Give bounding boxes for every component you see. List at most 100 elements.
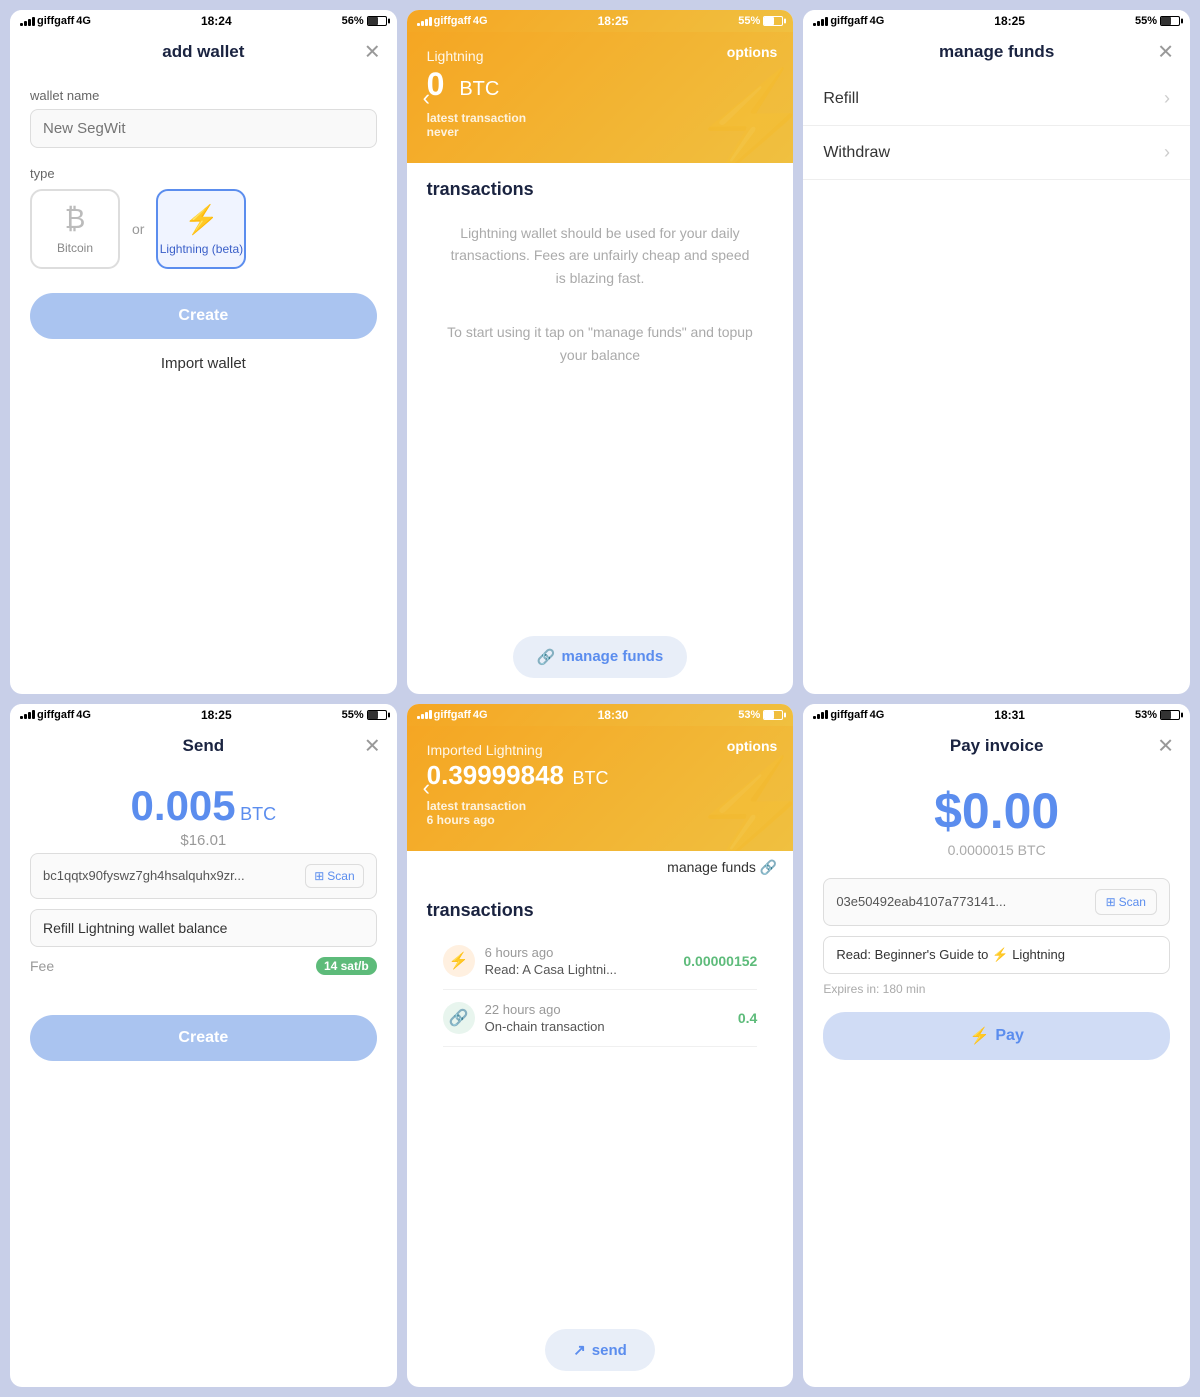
withdraw-chevron-icon: › xyxy=(1164,142,1170,163)
pay-button[interactable]: ⚡ Pay xyxy=(823,1012,1170,1060)
watermark-2: ⚡ xyxy=(689,73,794,163)
manage-funds-link-5[interactable]: manage funds 🔗 xyxy=(667,859,777,876)
pay-label: Pay xyxy=(995,1027,1023,1045)
add-wallet-close-button[interactable]: ✕ xyxy=(364,40,381,65)
battery-icon-2 xyxy=(763,16,783,26)
read-row: Read: Beginner's Guide to ⚡ Lightning xyxy=(823,936,1170,974)
time-6: 18:31 xyxy=(994,708,1025,722)
signal-icon-2 xyxy=(417,17,432,26)
import-wallet-link[interactable]: Import wallet xyxy=(30,355,377,372)
battery-icon-4 xyxy=(367,710,387,720)
refill-label: Refill xyxy=(823,90,859,108)
scan-label: Scan xyxy=(327,869,354,883)
carrier-5: giffgaff xyxy=(434,709,471,721)
type-label: type xyxy=(30,166,377,181)
add-wallet-content: wallet name type ₿ Bitcoin or ⚡ Lightnin… xyxy=(10,72,397,694)
fee-badge: 14 sat/b xyxy=(316,957,377,975)
time-1: 18:24 xyxy=(201,14,232,28)
pay-amount-btc: 0.0000015 BTC xyxy=(823,842,1170,858)
pay-invoice-screen: giffgaff 4G 18:31 53% Pay invoice ✕ $0.0… xyxy=(803,704,1190,1388)
type-options: ₿ Bitcoin or ⚡ Lightning (beta) xyxy=(30,189,377,269)
carrier-2: giffgaff xyxy=(434,15,471,27)
withdraw-menu-item[interactable]: Withdraw › xyxy=(803,126,1190,180)
address-row: bc1qqtx90fyswz7gh4hsalquhx9zr... ⊞ Scan xyxy=(30,853,377,899)
pay-amount-dollar: $0.00 xyxy=(823,782,1170,840)
send-create-button[interactable]: Create xyxy=(30,1015,377,1061)
battery-pct-4: 55% xyxy=(342,709,364,721)
status-right-5: 53% xyxy=(738,709,783,721)
manage-funds-close-button[interactable]: ✕ xyxy=(1157,40,1174,65)
bitcoin-type-card[interactable]: ₿ Bitcoin xyxy=(30,189,120,269)
tx-section-title-5: transactions xyxy=(427,900,774,921)
wallet-header-2: ‹ options Lightning 0 BTC latest transac… xyxy=(407,32,794,163)
status-right-2: 55% xyxy=(738,15,783,27)
back-button-5[interactable]: ‹ xyxy=(423,775,430,801)
pay-invoice-close-button[interactable]: ✕ xyxy=(1157,733,1174,758)
battery-pct-1: 56% xyxy=(342,15,364,27)
memo-input[interactable] xyxy=(30,909,377,947)
manage-funds-label-5: manage funds xyxy=(667,859,756,875)
send-header: Send ✕ xyxy=(10,726,397,766)
type-section: type ₿ Bitcoin or ⚡ Lightning (beta) xyxy=(30,166,377,269)
add-wallet-header: add wallet ✕ xyxy=(10,32,397,72)
send-content: 0.005 BTC $16.01 bc1qqtx90fyswz7gh4hsalq… xyxy=(10,766,397,1388)
battery-icon-6 xyxy=(1160,710,1180,720)
network-4: 4G xyxy=(76,709,91,721)
invoice-form: 03e50492eab4107a773141... ⊞ Scan Read: B… xyxy=(823,878,1170,1060)
tx-lightning-icon-0: ⚡ xyxy=(443,945,475,977)
signal-icon-4 xyxy=(20,710,35,719)
manage-funds-icon-5: 🔗 xyxy=(760,859,777,876)
create-wallet-button[interactable]: Create xyxy=(30,293,377,339)
network-3: 4G xyxy=(870,15,885,27)
battery-icon-5 xyxy=(763,710,783,720)
tx-time-0: 6 hours ago xyxy=(485,945,674,960)
tx-chain-icon-1: 🔗 xyxy=(443,1002,475,1034)
refill-chevron-icon: › xyxy=(1164,88,1170,109)
send-label-5: send xyxy=(592,1342,627,1359)
time-4: 18:25 xyxy=(201,708,232,722)
lightning-icon: ⚡ xyxy=(184,203,219,236)
send-button-5[interactable]: ↗ send xyxy=(545,1329,655,1371)
read-text: Read: Beginner's Guide to xyxy=(836,947,988,962)
options-button-2[interactable]: options xyxy=(727,44,778,60)
bitcoin-label: Bitcoin xyxy=(57,241,93,255)
fee-row: Fee 14 sat/b xyxy=(30,957,377,975)
fee-label: Fee xyxy=(30,958,54,974)
battery-icon-3 xyxy=(1160,16,1180,26)
carrier-3: giffgaff xyxy=(830,15,867,27)
manage-funds-title: manage funds xyxy=(939,42,1054,62)
balance-value-5: 0.39999848 xyxy=(427,760,564,790)
tx-amount-0: 0.00000152 xyxy=(683,953,757,969)
battery-icon-1 xyxy=(367,16,387,26)
lightning-empty-screen: giffgaff 4G 18:25 55% ‹ options Lightnin… xyxy=(407,10,794,694)
status-right-6: 53% xyxy=(1135,709,1180,721)
status-bar-3: giffgaff 4G 18:25 55% xyxy=(803,10,1190,32)
manage-funds-button-2[interactable]: 🔗 manage funds xyxy=(513,636,687,678)
battery-pct-6: 53% xyxy=(1135,709,1157,721)
empty-text-2: To start using it tap on "manage funds" … xyxy=(427,311,774,376)
network-2: 4G xyxy=(473,15,488,27)
invoice-qr-icon: ⊞ xyxy=(1106,895,1116,909)
signal-icon-6 xyxy=(813,710,828,719)
options-button-5[interactable]: options xyxy=(727,738,778,754)
invoice-scan-button[interactable]: ⊞ Scan xyxy=(1095,889,1157,915)
lightning-type-card[interactable]: ⚡ Lightning (beta) xyxy=(156,189,246,269)
battery-pct-2: 55% xyxy=(738,15,760,27)
balance-unit-2: BTC xyxy=(459,78,499,100)
send-close-button[interactable]: ✕ xyxy=(364,733,381,758)
expires-text: Expires in: 180 min xyxy=(823,982,1170,996)
withdraw-label: Withdraw xyxy=(823,144,890,162)
send-amount-fiat: $16.01 xyxy=(30,832,377,849)
signal-icon xyxy=(20,17,35,26)
time-5: 18:30 xyxy=(598,708,629,722)
tx-item-1[interactable]: 🔗 22 hours ago On-chain transaction 0.4 xyxy=(443,990,758,1047)
wallet-type-2: Lightning xyxy=(427,48,774,64)
manage-funds-content: Refill › Withdraw › xyxy=(803,72,1190,694)
wallet-name-input[interactable] xyxy=(30,109,377,148)
send-arrow-icon: ↗ xyxy=(573,1341,586,1359)
back-button-2[interactable]: ‹ xyxy=(423,85,430,111)
scan-button[interactable]: ⊞ Scan xyxy=(305,864,363,888)
tx-item-0[interactable]: ⚡ 6 hours ago Read: A Casa Lightni... 0.… xyxy=(443,933,758,990)
manage-funds-header: manage funds ✕ xyxy=(803,32,1190,72)
refill-menu-item[interactable]: Refill › xyxy=(803,72,1190,126)
